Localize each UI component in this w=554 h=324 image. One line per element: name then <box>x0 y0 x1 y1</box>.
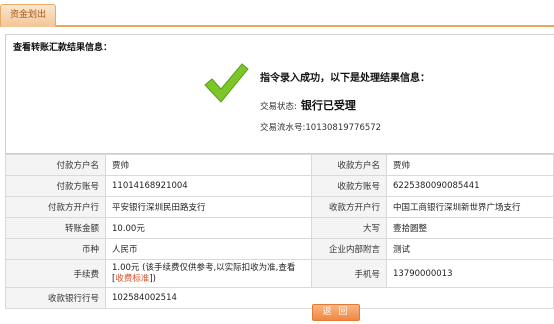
phone-value: 13790000013 <box>386 259 554 288</box>
payee-account-label: 收款方账号 <box>311 175 387 197</box>
transfer-detail-table: 付款方户名 贾帅 收款方户名 贾帅 付款方账号 11014168921004 收… <box>5 154 554 309</box>
payee-bank-no-label: 收款银行行号 <box>5 287 106 309</box>
memo-label: 企业内部附言 <box>311 238 387 260</box>
payer-bank-label: 付款方开户行 <box>5 196 106 218</box>
transaction-serial: 交易流水号:10130819776572 <box>260 121 381 133</box>
currency-label: 币种 <box>5 238 106 260</box>
serial-label: 交易流水号: <box>260 123 306 133</box>
fee-value: 1.00元 (该手续费仅供参考,以实际扣收为准,查看[收费标准]) <box>105 259 312 288</box>
amount-value: 10.00元 <box>105 217 312 239</box>
payee-name-label: 收款方户名 <box>311 154 387 176</box>
transaction-status: 交易状态: 银行已受理 <box>260 97 356 113</box>
amount-upper-value: 壹拾圆整 <box>386 217 554 239</box>
table-row: 收款银行行号 102584002514 <box>5 287 554 309</box>
payee-bank-value: 中国工商银行深圳新世界广场支行 <box>386 196 554 218</box>
serial-value: 10130819776572 <box>305 123 382 133</box>
table-row: 付款方户名 贾帅 收款方户名 贾帅 <box>5 154 554 176</box>
fee-text-end: ]) <box>149 273 156 284</box>
currency-value: 人民币 <box>105 238 312 260</box>
payer-account-value: 11014168921004 <box>105 175 312 197</box>
table-row: 付款方账号 11014168921004 收款方账号 6225380090085… <box>5 175 554 197</box>
payer-bank-value: 平安银行深圳民田路支行 <box>105 196 312 218</box>
fee-note: 1.00元 (该手续费仅供参考,以实际扣收为准,查看[收费标准]) <box>112 263 305 285</box>
table-row: 转账金额 10.00元 大写 壹拾圆整 <box>5 217 554 239</box>
payer-name-value: 贾帅 <box>105 154 312 176</box>
fee-standard-link[interactable]: 收费标准 <box>115 274 149 284</box>
payer-account-label: 付款方账号 <box>5 175 106 197</box>
table-row: 币种 人民币 企业内部附言 测试 <box>5 238 554 260</box>
payee-account-value: 6225380090085441 <box>386 175 554 197</box>
status-value: 银行已受理 <box>300 99 356 112</box>
success-check-icon <box>204 63 249 103</box>
tab-fund-transfer-out[interactable]: 资金划出 <box>0 4 56 27</box>
table-row: 手续费 1.00元 (该手续费仅供参考,以实际扣收为准,查看[收费标准]) 手机… <box>5 259 554 288</box>
amount-upper-label: 大写 <box>311 217 387 239</box>
tab-bar: 资金划出 <box>0 0 554 27</box>
result-message: 指令录入成功，以下是处理结果信息： <box>260 73 430 84</box>
result-panel: 查看转账汇款结果信息： 指令录入成功，以下是处理结果信息： 交易状态: 银行已受理… <box>5 34 554 154</box>
memo-value: 测试 <box>386 238 554 260</box>
panel-title: 查看转账汇款结果信息： <box>13 43 113 53</box>
amount-label: 转账金额 <box>5 217 106 239</box>
payee-bank-label: 收款方开户行 <box>311 196 387 218</box>
back-button[interactable]: 返 回 <box>312 304 360 321</box>
payee-name-value: 贾帅 <box>386 154 554 176</box>
table-row: 付款方开户行 平安银行深圳民田路支行 收款方开户行 中国工商银行深圳新世界广场支… <box>5 196 554 218</box>
payer-name-label: 付款方户名 <box>5 154 106 176</box>
fee-label: 手续费 <box>5 259 106 288</box>
status-label: 交易状态: <box>260 102 297 112</box>
phone-label: 手机号 <box>311 259 387 288</box>
